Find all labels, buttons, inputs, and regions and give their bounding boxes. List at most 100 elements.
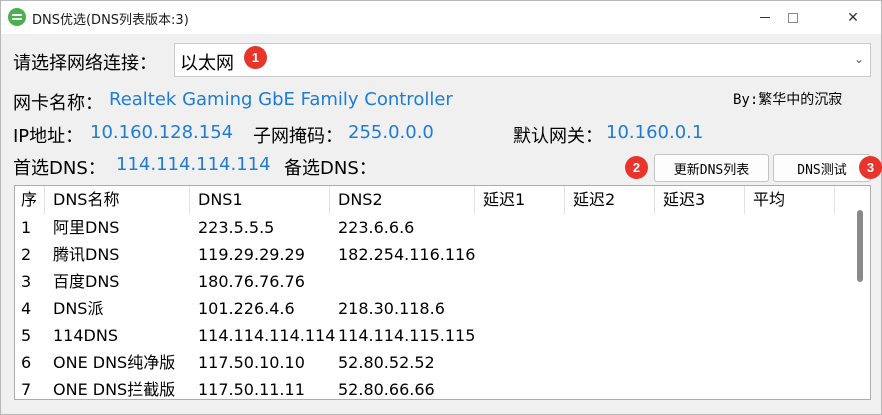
column-header-dns1[interactable]: DNS1: [190, 186, 330, 214]
table-cell: ONE DNS拦截版: [53, 380, 176, 399]
dns-app-icon: [8, 8, 26, 26]
table-cell: [475, 349, 565, 376]
table-cell: 1: [21, 218, 32, 237]
primary-dns-value: 114.114.114.114: [116, 154, 271, 175]
table-cell: [655, 349, 745, 376]
annotation-badge-1: 1: [244, 46, 267, 69]
table-cell: [745, 268, 835, 295]
table-row[interactable]: 5 114DNS 114.114.114.114 114.114.115.115: [15, 322, 851, 349]
table-cell: [565, 349, 655, 376]
window-title: DNS优选(DNS列表版本:3): [32, 13, 189, 28]
table-cell: [565, 322, 655, 349]
title-bar[interactable]: DNS优选(DNS列表版本:3) ✕: [1, 1, 881, 34]
column-header-index[interactable]: 序: [15, 186, 45, 214]
table-cell: [565, 214, 655, 241]
maximize-icon: [788, 12, 798, 23]
network-connection-select[interactable]: 以太网 ⌄: [174, 43, 871, 77]
table-cell: [565, 295, 655, 322]
column-header-dns2[interactable]: DNS2: [330, 186, 475, 214]
table-cell: [745, 322, 835, 349]
table-row[interactable]: 2 腾讯DNS 119.29.29.29 182.254.116.116: [15, 241, 851, 268]
table-cell: [745, 241, 835, 268]
table-cell: [565, 268, 655, 295]
secondary-dns-label: 备选DNS：: [284, 158, 377, 179]
table-cell: [655, 268, 745, 295]
update-dns-list-button[interactable]: 更新DNS列表: [654, 154, 769, 182]
chevron-down-icon: ⌄: [853, 52, 864, 66]
table-cell: 182.254.116.116: [338, 245, 476, 264]
table-cell: 3: [21, 272, 32, 291]
table-cell: [475, 322, 565, 349]
author-credit: By:繁华中的沉寂: [733, 92, 843, 108]
table-cell: 180.76.76.76: [198, 272, 305, 291]
table-cell: [330, 268, 475, 295]
table-cell: 2: [21, 245, 32, 264]
table-cell: [475, 214, 565, 241]
network-connection-value: 以太网: [180, 53, 234, 74]
table-cell: ONE DNS纯净版: [53, 353, 176, 372]
table-cell: [655, 295, 745, 322]
table-cell: 223.5.5.5: [198, 218, 275, 237]
table-row[interactable]: 6 ONE DNS纯净版 117.50.10.10 52.80.52.52: [15, 349, 851, 376]
table-cell: [475, 241, 565, 268]
table-row[interactable]: 1 阿里DNS 223.5.5.5 223.6.6.6: [15, 214, 851, 241]
network-connection-label: 请选择网络连接：: [13, 53, 157, 74]
table-cell: 117.50.11.11: [198, 380, 305, 399]
table-cell: [565, 241, 655, 268]
table-cell: 114.114.114.114: [198, 326, 336, 345]
table-cell: 阿里DNS: [53, 218, 120, 237]
table-cell: [655, 214, 745, 241]
minimize-icon: [760, 17, 770, 18]
default-gateway-value: 10.160.0.1: [606, 122, 704, 143]
vertical-scrollbar[interactable]: [851, 186, 870, 399]
column-header-latency1[interactable]: 延迟1: [475, 186, 565, 214]
table-cell: [745, 376, 835, 399]
column-header-average[interactable]: 平均: [745, 186, 835, 214]
ip-address-label: IP地址：: [13, 126, 84, 147]
table-cell: [655, 376, 745, 399]
column-header-latency2[interactable]: 延迟2: [565, 186, 655, 214]
table-cell: DNS派: [53, 299, 104, 318]
subnet-mask-value: 255.0.0.0: [348, 122, 434, 143]
close-button[interactable]: ✕: [830, 1, 876, 34]
table-row[interactable]: 4 DNS派 101.226.4.6 218.30.118.6: [15, 295, 851, 322]
table-cell: [475, 268, 565, 295]
table-cell: 52.80.66.66: [338, 380, 435, 399]
table-cell: 119.29.29.29: [198, 245, 305, 264]
maximize-button[interactable]: [770, 1, 816, 34]
table-cell: [565, 376, 655, 399]
table-cell: 7: [21, 380, 32, 399]
annotation-badge-3: 3: [859, 156, 882, 179]
table-cell: 腾讯DNS: [53, 245, 120, 264]
app-window: DNS优选(DNS列表版本:3) ✕ 请选择网络连接： 以太网 ⌄ 1 网卡名称…: [0, 0, 882, 415]
table-cell: [475, 376, 565, 399]
column-header-dns-name[interactable]: DNS名称: [45, 186, 190, 214]
column-header-latency3[interactable]: 延迟3: [655, 186, 745, 214]
table-cell: [655, 322, 745, 349]
table-cell: 百度DNS: [53, 272, 120, 291]
nic-name-label: 网卡名称：: [13, 93, 103, 114]
table-cell: 114DNS: [53, 326, 118, 345]
table-row[interactable]: 7 ONE DNS拦截版 117.50.11.11 52.80.66.66: [15, 376, 851, 399]
dns-list-table[interactable]: 序 DNS名称 DNS1 DNS2 延迟1 延迟2 延迟3 平均 1 阿里DNS 2…: [14, 185, 871, 400]
table-header: 序 DNS名称 DNS1 DNS2 延迟1 延迟2 延迟3 平均: [15, 186, 851, 214]
table-cell: 52.80.52.52: [338, 353, 435, 372]
table-cell: 114.114.115.115: [338, 326, 476, 345]
table-cell: 6: [21, 353, 32, 372]
annotation-badge-2: 2: [625, 156, 648, 179]
primary-dns-label: 首选DNS：: [13, 158, 106, 179]
dns-test-button[interactable]: DNS测试: [773, 154, 871, 182]
table-cell: [475, 295, 565, 322]
table-cell: [745, 295, 835, 322]
table-cell: 4: [21, 299, 32, 318]
scrollbar-thumb[interactable]: [857, 210, 863, 282]
table-cell: 223.6.6.6: [338, 218, 415, 237]
table-cell: 5: [21, 326, 32, 345]
table-cell: [655, 241, 745, 268]
table-cell: [745, 214, 835, 241]
table-row[interactable]: 3 百度DNS 180.76.76.76: [15, 268, 851, 295]
table-cell: 218.30.118.6: [338, 299, 445, 318]
table-cell: 117.50.10.10: [198, 353, 305, 372]
table-cell: 101.226.4.6: [198, 299, 295, 318]
default-gateway-label: 默认网关：: [513, 126, 603, 147]
